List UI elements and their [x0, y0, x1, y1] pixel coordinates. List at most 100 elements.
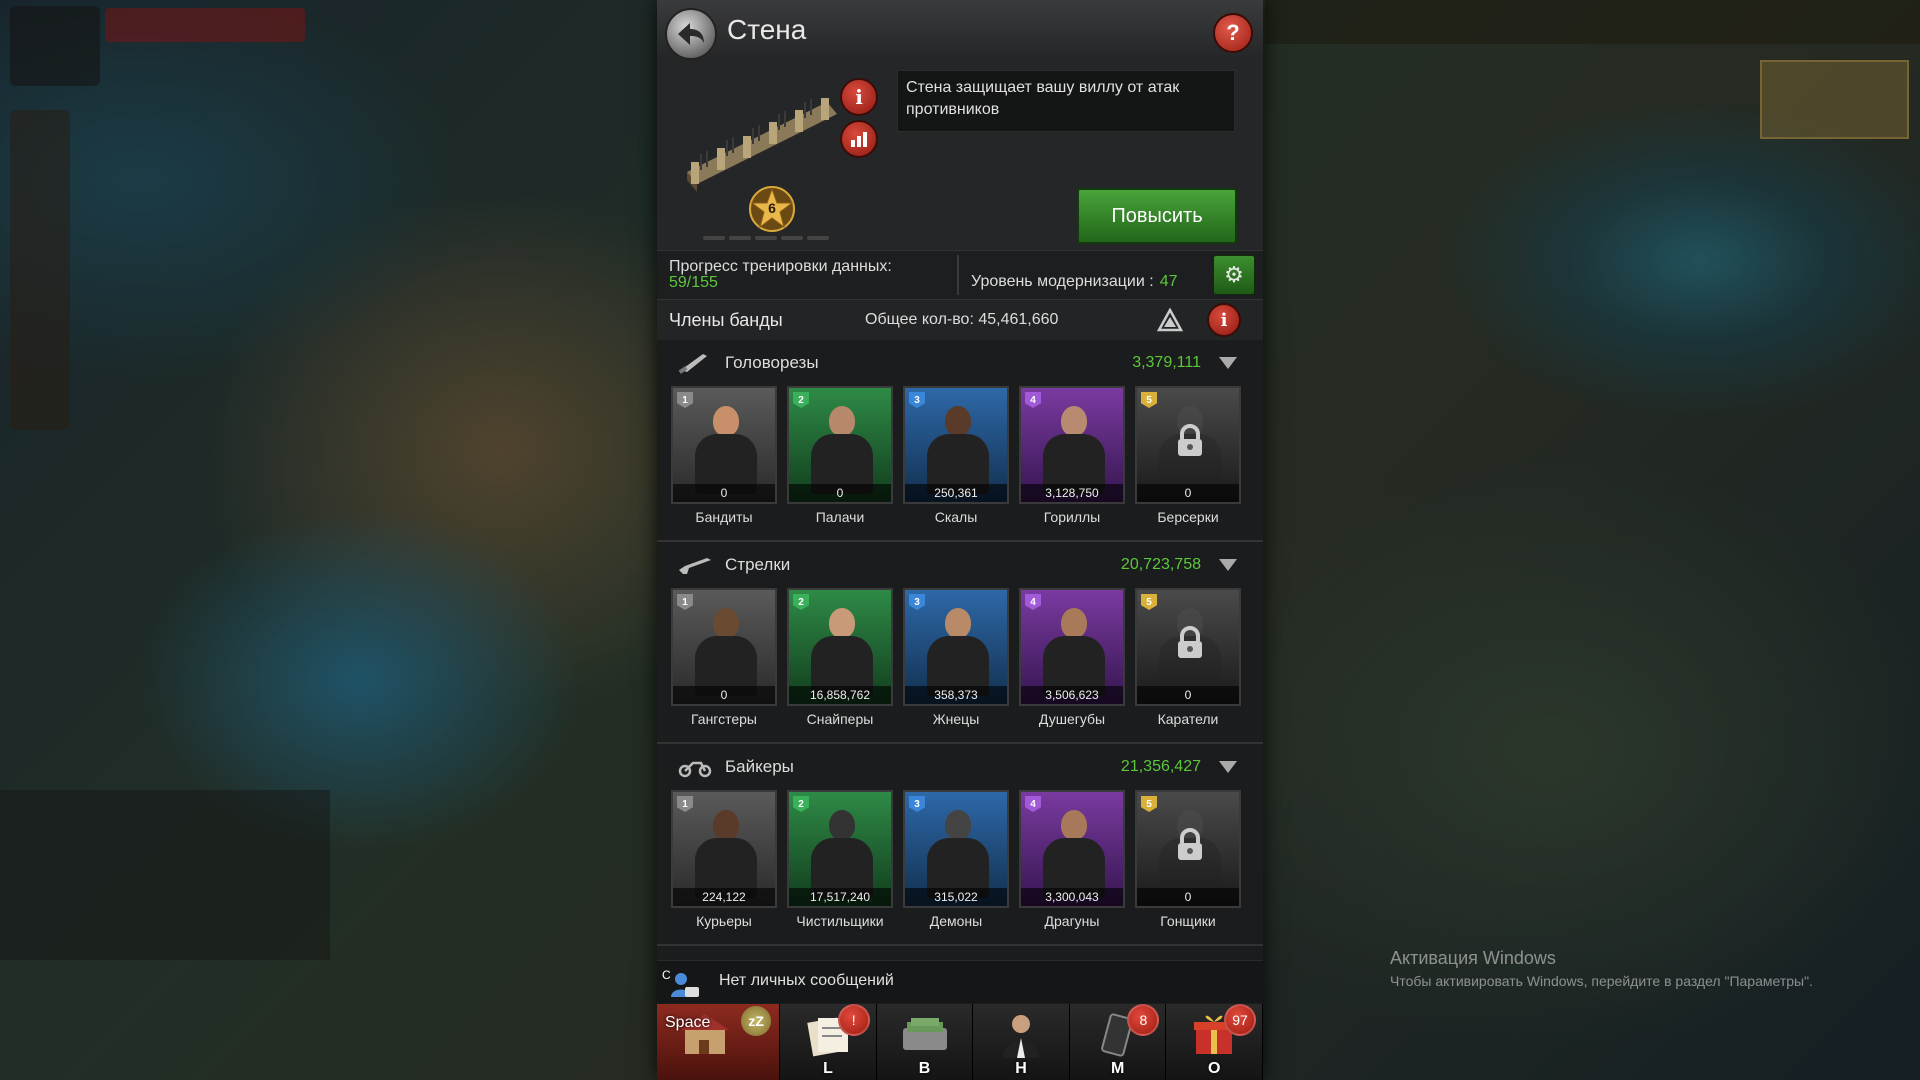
unit-count: 224,122	[673, 888, 775, 906]
unit-name: Гангстеры	[690, 711, 757, 727]
sleep-icon: zZ	[741, 1006, 772, 1036]
unit-card[interactable]: 1 224,122 Курьеры	[671, 790, 777, 929]
unit-name: Жнецы	[932, 711, 980, 727]
unit-card[interactable]: 1 0 Бандиты	[671, 386, 777, 525]
nav-quests-button[interactable]: L!	[780, 1004, 877, 1080]
unit-portrait[interactable]: 4 3,128,750	[1019, 386, 1125, 504]
unit-card[interactable]: 4 3,128,750 Гориллы	[1019, 386, 1125, 525]
unit-section: Головорезы 3,379,111 1 0 Бандиты 2 0 Пал…	[657, 342, 1263, 542]
unit-name: Палачи	[815, 509, 865, 525]
unit-card[interactable]: 4 3,506,623 Душегубы	[1019, 588, 1125, 727]
unit-portrait[interactable]: 1 0	[671, 588, 777, 706]
windows-activation-watermark: Активация Windows Чтобы активировать Win…	[1390, 948, 1813, 989]
unit-section: Байкеры 21,356,427 1 224,122 Курьеры 2 1…	[657, 746, 1263, 946]
modernization-value: 47	[1159, 273, 1178, 290]
unit-portrait[interactable]: 2 17,517,240	[787, 790, 893, 908]
chat-user-icon: C	[662, 968, 699, 997]
nav-villa-button[interactable]: Space zZ	[657, 1004, 781, 1080]
unit-card[interactable]: 3 250,361 Скалы	[903, 386, 1009, 525]
question-icon: ?	[1226, 20, 1240, 45]
nav-bag-button[interactable]: B	[876, 1004, 974, 1080]
section-header[interactable]: Головорезы 3,379,111	[657, 342, 1263, 382]
private-messages-bar[interactable]: C Нет личных сообщений	[657, 960, 1263, 1003]
training-value: 59/155	[669, 274, 718, 291]
section-header[interactable]: Байкеры 21,356,427	[657, 746, 1263, 786]
unit-portrait[interactable]: 1 224,122	[671, 790, 777, 908]
unit-card[interactable]: 5 0 Каратели	[1135, 588, 1241, 727]
page-title: Стена	[727, 14, 807, 45]
background-resource-bar	[105, 8, 305, 42]
unit-portrait[interactable]: 4 3,506,623	[1019, 588, 1125, 706]
unit-count: 3,300,043	[1021, 888, 1123, 906]
collapse-arrow-icon[interactable]	[1219, 761, 1237, 773]
building-info-button[interactable]: i	[840, 78, 878, 116]
unit-name: Каратели	[1157, 711, 1219, 727]
panel-header: Стена ?	[657, 0, 1263, 63]
unit-figure	[923, 402, 993, 494]
unit-card[interactable]: 2 17,517,240 Чистильщики	[787, 790, 893, 929]
upgrade-button[interactable]: Повысить	[1077, 188, 1237, 244]
unit-portrait[interactable]: 2 16,858,762	[787, 588, 893, 706]
unit-name: Драгуны	[1044, 913, 1100, 929]
members-total: Общее кол-во: 45,461,660	[865, 311, 1059, 328]
unit-name: Гориллы	[1043, 509, 1101, 525]
unit-figure	[923, 806, 993, 898]
notification-badge: !	[837, 1004, 870, 1036]
watermark-subtitle: Чтобы активировать Windows, перейдите в …	[1390, 973, 1813, 989]
rifle-icon	[677, 552, 713, 576]
unit-count: 250,361	[905, 484, 1007, 502]
nav-phone-button[interactable]: M8	[1069, 1004, 1167, 1080]
training-progress: Прогресс тренировки данных: 59/155	[669, 259, 949, 291]
unit-portrait[interactable]: 5 0	[1135, 588, 1241, 706]
background-action-panel	[0, 790, 330, 960]
unit-name: Душегубы	[1038, 711, 1106, 727]
unit-portrait[interactable]: 5 0	[1135, 386, 1241, 504]
unit-card[interactable]: 2 0 Палачи	[787, 386, 893, 525]
unit-card[interactable]: 3 315,022 Демоны	[903, 790, 1009, 929]
unit-card[interactable]: 4 3,300,043 Драгуны	[1019, 790, 1125, 929]
unit-card[interactable]: 5 0 Гонщики	[1135, 790, 1241, 929]
lock-icon	[1178, 828, 1202, 860]
knife-icon	[677, 350, 713, 374]
nav-key: L	[823, 1060, 833, 1077]
unit-portrait[interactable]: 1 0	[671, 386, 777, 504]
unit-portrait[interactable]: 4 3,300,043	[1019, 790, 1125, 908]
collapse-arrow-icon[interactable]	[1219, 559, 1237, 571]
unit-card[interactable]: 2 16,858,762 Снайперы	[787, 588, 893, 727]
unit-card[interactable]: 1 0 Гангстеры	[671, 588, 777, 727]
unit-list: 1 224,122 Курьеры 2 17,517,240 Чистильщи…	[671, 790, 1241, 929]
unit-card[interactable]: 5 0 Берсерки	[1135, 386, 1241, 525]
collapse-arrow-icon[interactable]	[1219, 357, 1237, 369]
section-title: Стрелки	[725, 555, 791, 574]
unit-card[interactable]: 3 358,373 Жнецы	[903, 588, 1009, 727]
divider	[957, 255, 959, 295]
back-button[interactable]	[665, 8, 717, 60]
unit-portrait[interactable]: 5 0	[1135, 790, 1241, 908]
unit-count: 0	[1137, 686, 1239, 704]
filter-triangle-icon[interactable]	[1157, 308, 1183, 332]
lock-icon	[1178, 424, 1202, 456]
members-info-button[interactable]: i	[1207, 303, 1241, 337]
section-total: 3,379,111	[1132, 354, 1201, 371]
background-minimap	[1760, 60, 1909, 139]
player-avatar	[10, 6, 100, 86]
level-progress-dashes	[703, 236, 829, 240]
unit-portrait[interactable]: 3 250,361	[903, 386, 1009, 504]
chat-key: C	[662, 968, 671, 982]
settings-button[interactable]: ⚙	[1213, 255, 1255, 295]
messages-text: Нет личных сообщений	[719, 972, 894, 989]
lock-icon	[1178, 626, 1202, 658]
help-button[interactable]: ?	[1213, 13, 1253, 53]
motorcycle-icon	[677, 754, 713, 778]
building-stats-button[interactable]	[840, 120, 878, 158]
unit-portrait[interactable]: 2 0	[787, 386, 893, 504]
unit-count: 358,373	[905, 686, 1007, 704]
building-level: 6	[768, 200, 776, 216]
unit-count: 3,128,750	[1021, 484, 1123, 502]
unit-portrait[interactable]: 3 315,022	[903, 790, 1009, 908]
unit-portrait[interactable]: 3 358,373	[903, 588, 1009, 706]
watermark-title: Активация Windows	[1390, 948, 1556, 968]
nav-hero-button[interactable]: H	[973, 1004, 1070, 1080]
section-header[interactable]: Стрелки 20,723,758	[657, 544, 1263, 584]
nav-gift-button[interactable]: O 97	[1166, 1004, 1263, 1080]
